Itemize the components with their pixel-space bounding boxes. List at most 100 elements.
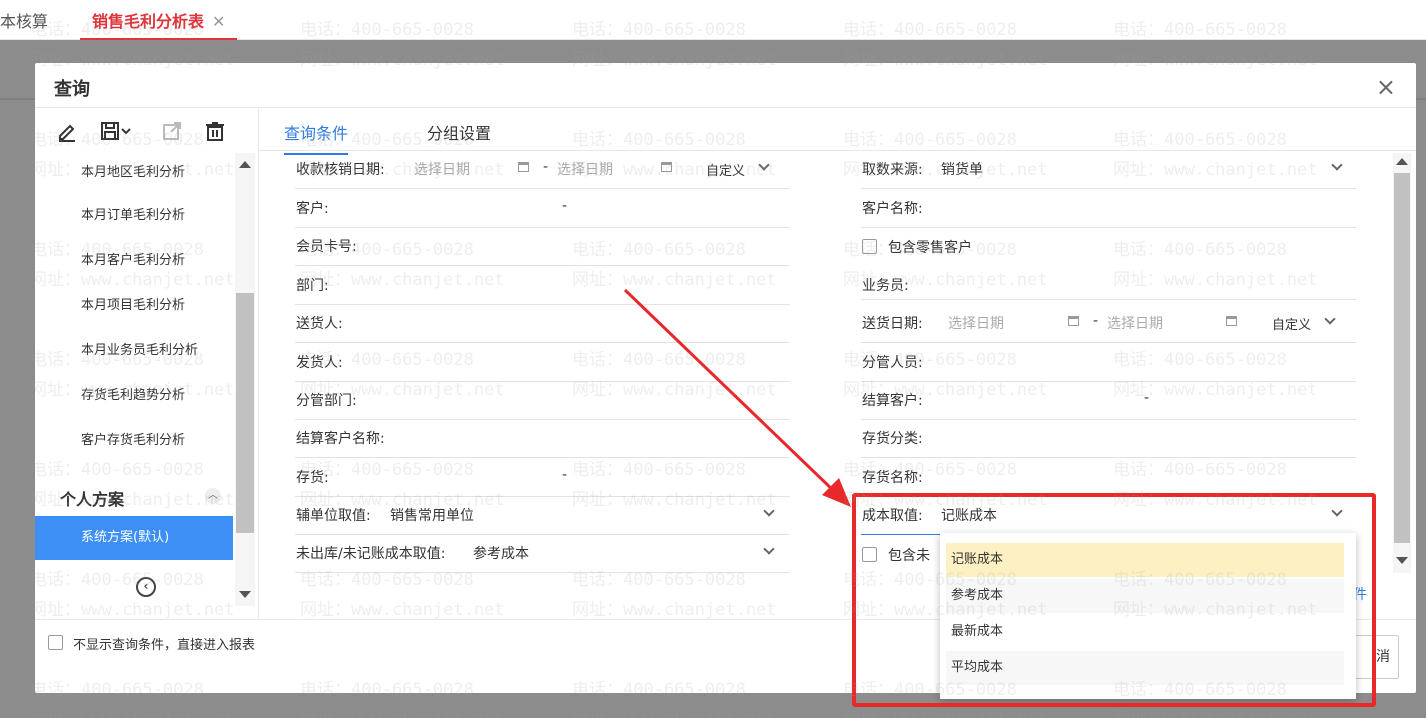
inventory-class-field[interactable]: 存货分类: — [861, 420, 1356, 458]
inventory-class-label: 存货分类: — [862, 431, 923, 447]
inventory-name-field[interactable]: 存货名称: — [861, 459, 1356, 497]
save-dropdown-icon[interactable] — [99, 120, 139, 146]
delete-icon[interactable] — [204, 120, 230, 146]
form-scrollbar[interactable] — [1393, 153, 1411, 573]
salesperson-field[interactable]: 业务员: — [861, 262, 1356, 300]
cost-select[interactable]: 成本取值: 记账成本 — [861, 497, 1356, 535]
shipper-label: 发货人: — [296, 355, 343, 371]
scheme-scrollbar[interactable] — [235, 153, 255, 606]
receipt-date-end-input[interactable]: 选择日期 — [557, 159, 613, 179]
scheme-item[interactable]: 本月项目毛利分析 — [35, 283, 233, 328]
tab-group-settings[interactable]: 分组设置 — [427, 120, 491, 144]
inventory-label: 存货: — [296, 470, 329, 486]
skip-query-checkbox[interactable] — [48, 635, 63, 650]
chevron-down-icon[interactable] — [1324, 313, 1336, 325]
scroll-up-icon[interactable] — [1396, 158, 1408, 165]
scheme-item-default[interactable]: 系统方案(默认) — [35, 516, 233, 560]
department-field[interactable]: 部门: — [295, 267, 790, 305]
deliverer-field[interactable]: 送货人: — [295, 305, 790, 343]
dialog-close-icon[interactable]: × — [1376, 73, 1396, 101]
managing-dept-label: 分管部门: — [296, 393, 357, 409]
settle-customer-range-dash: - — [1144, 390, 1150, 406]
receipt-date-custom-select[interactable]: 自定义 — [706, 160, 745, 179]
managing-dept-field[interactable]: 分管部门: — [295, 382, 790, 420]
department-label: 部门: — [296, 278, 329, 294]
member-card-label: 会员卡号: — [296, 239, 357, 255]
calendar-icon[interactable] — [1068, 316, 1079, 326]
scroll-up-icon[interactable] — [239, 161, 251, 168]
date-range-dash: - — [1093, 313, 1099, 329]
calendar-icon[interactable] — [518, 162, 529, 172]
scrollbar-thumb[interactable] — [1394, 173, 1410, 543]
customer-label: 客户: — [296, 201, 329, 217]
date-range-dash: - — [543, 159, 549, 175]
chevron-up-icon[interactable]: ︿ — [205, 488, 221, 504]
receipt-date-label: 收款核销日期: — [296, 162, 385, 178]
scheme-item[interactable]: 本月业务员毛利分析 — [35, 328, 233, 373]
include-retail-label: 包含零售客户 — [888, 240, 972, 256]
scroll-down-icon[interactable] — [1396, 557, 1408, 564]
delivery-date-end-input[interactable]: 选择日期 — [1107, 313, 1163, 333]
receipt-date-start-input[interactable]: 选择日期 — [414, 159, 470, 179]
dialog-title: 查询 — [54, 79, 90, 100]
chevron-down-icon[interactable] — [763, 505, 775, 517]
delivery-date-custom-select[interactable]: 自定义 — [1272, 314, 1311, 333]
shipper-field[interactable]: 发货人: — [295, 344, 790, 382]
settle-customer-name-field[interactable]: 结算客户名称: — [295, 420, 790, 458]
settle-customer-label: 结算客户: — [862, 393, 923, 409]
inventory-range-dash: - — [562, 467, 568, 483]
skip-query-label: 不显示查询条件，直接进入报表 — [73, 638, 256, 653]
cost-option[interactable]: 参考成本 — [946, 579, 1344, 613]
deliverer-label: 送货人: — [296, 316, 343, 332]
delivery-date-start-input[interactable]: 选择日期 — [948, 313, 1004, 333]
customer-name-field[interactable]: 客户名称: — [861, 190, 1356, 228]
scheme-item[interactable]: 本月订单毛利分析 — [35, 193, 233, 238]
app-tab-sales-margin[interactable]: 销售毛利分析表 ✕ — [80, 8, 238, 41]
aux-unit-label: 辅单位取值: — [296, 508, 371, 524]
chevron-down-icon[interactable] — [1331, 159, 1343, 171]
cost-option[interactable]: 记账成本 — [946, 543, 1344, 577]
scheme-pane: 本月地区毛利分析 本月订单毛利分析 本月客户毛利分析 本月项目毛利分析 本月业务… — [35, 108, 259, 619]
export-icon[interactable] — [161, 120, 187, 146]
calendar-icon[interactable] — [661, 162, 672, 172]
cost-option[interactable]: 平均成本 — [946, 651, 1344, 685]
app-tab-cost[interactable]: 本核算 — [0, 8, 48, 32]
cost-label: 成本取值: — [862, 508, 923, 524]
chevron-down-icon[interactable] — [763, 543, 775, 555]
personal-scheme-title: 个人方案 — [60, 490, 125, 509]
chevron-down-icon[interactable] — [1331, 505, 1343, 517]
close-icon[interactable]: ✕ — [212, 12, 225, 31]
personal-scheme-header[interactable]: 个人方案 ︿ — [35, 476, 233, 516]
edit-icon[interactable] — [56, 120, 82, 146]
calendar-icon[interactable] — [1226, 316, 1237, 326]
delivery-date-label: 送货日期: — [862, 316, 923, 332]
cost-value: 记账成本 — [941, 508, 997, 524]
scheme-toolbar — [35, 108, 259, 153]
source-select[interactable]: 取数来源: 销货单 — [861, 151, 1356, 189]
customer-field[interactable]: 客户: - — [295, 190, 790, 228]
member-card-field[interactable]: 会员卡号: — [295, 228, 790, 266]
receipt-date-field: 收款核销日期: 选择日期 - 选择日期 自定义 — [295, 151, 790, 189]
include-retail-checkbox[interactable] — [862, 239, 877, 254]
app-tab-sales-margin-label: 销售毛利分析表 — [92, 12, 205, 31]
scroll-down-icon[interactable] — [239, 591, 251, 598]
inventory-field[interactable]: 存货: - — [295, 459, 790, 497]
customer-range-dash: - — [562, 198, 568, 214]
chevron-down-icon[interactable] — [758, 159, 770, 171]
scrollbar-thumb[interactable] — [236, 293, 254, 533]
scheme-item[interactable]: 客户存货毛利分析 — [35, 418, 233, 463]
scheme-item[interactable]: 存货毛利趋势分析 — [35, 373, 233, 418]
scheme-item[interactable]: 本月客户毛利分析 — [35, 238, 233, 283]
unposted-cost-select[interactable]: 未出库/未记账成本取值: 参考成本 — [295, 535, 790, 573]
settle-customer-name-label: 结算客户名称: — [296, 431, 385, 447]
app-tab-bar: 本核算 销售毛利分析表 ✕ — [0, 0, 1426, 41]
scheme-item[interactable]: 本月地区毛利分析 — [35, 153, 233, 193]
aux-unit-select[interactable]: 辅单位取值: 销售常用单位 — [295, 497, 790, 535]
cost-option[interactable]: 最新成本 — [946, 615, 1344, 649]
manager-field[interactable]: 分管人员: — [861, 344, 1356, 382]
settle-customer-field[interactable]: 结算客户: - — [861, 382, 1356, 420]
collapse-left-icon[interactable]: ‹ — [136, 577, 156, 597]
tab-query-conditions[interactable]: 查询条件 — [284, 120, 349, 155]
include-partial-checkbox[interactable] — [862, 547, 877, 562]
include-partial-label: 包含未 — [888, 548, 930, 564]
